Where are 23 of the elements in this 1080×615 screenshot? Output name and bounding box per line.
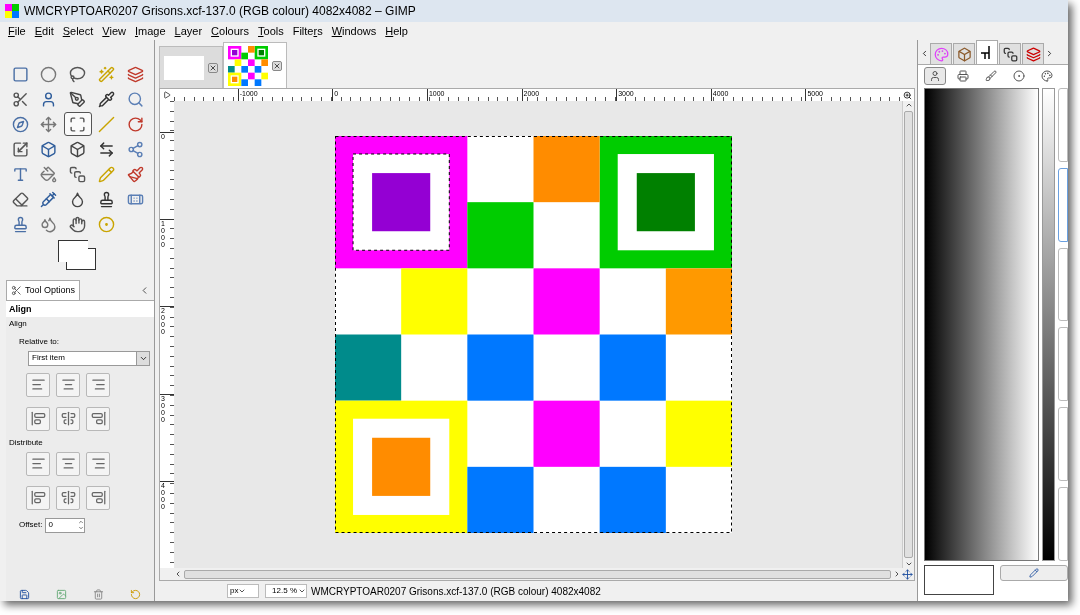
offset-spinner[interactable]: 0 [45, 517, 86, 533]
menu-item[interactable]: View [102, 22, 126, 40]
menu-item[interactable]: Windows [331, 22, 377, 40]
tool-options-tab[interactable]: Tool Options [6, 280, 81, 300]
menu-item[interactable]: Tools [258, 22, 284, 40]
section-label: Align [8, 317, 28, 330]
offset-label: Offset: [19, 519, 43, 531]
window-title: WMCRYPTOAR0207 Grisons.xcf-137.0 (RGB colour) 4082x4082 – GIMP [24, 3, 416, 20]
menu-item[interactable]: Layer [174, 22, 203, 40]
menu-item[interactable]: Select [62, 22, 94, 40]
status-text: WMCRYPTOAR0207 Grisons.xcf-137.0 (RGB colour) 4082x4082 [311, 584, 601, 599]
menu-item[interactable]: Image [134, 22, 166, 40]
menu-item[interactable]: Edit [34, 22, 54, 40]
menu-item[interactable]: Help [385, 22, 408, 40]
menu-item[interactable]: Filters [292, 22, 323, 40]
distribute-label: Distribute [8, 436, 44, 449]
relative-to-label: Relative to: [18, 335, 61, 348]
unit-dropdown[interactable]: px [227, 584, 259, 598]
relative-to-dropdown[interactable]: First item [28, 350, 150, 366]
menu-item[interactable]: Colours [211, 22, 249, 40]
zoom-dropdown[interactable]: 12.5 % [265, 584, 307, 598]
panel-heading: Align [8, 303, 33, 316]
menu-item[interactable]: File [8, 22, 26, 40]
